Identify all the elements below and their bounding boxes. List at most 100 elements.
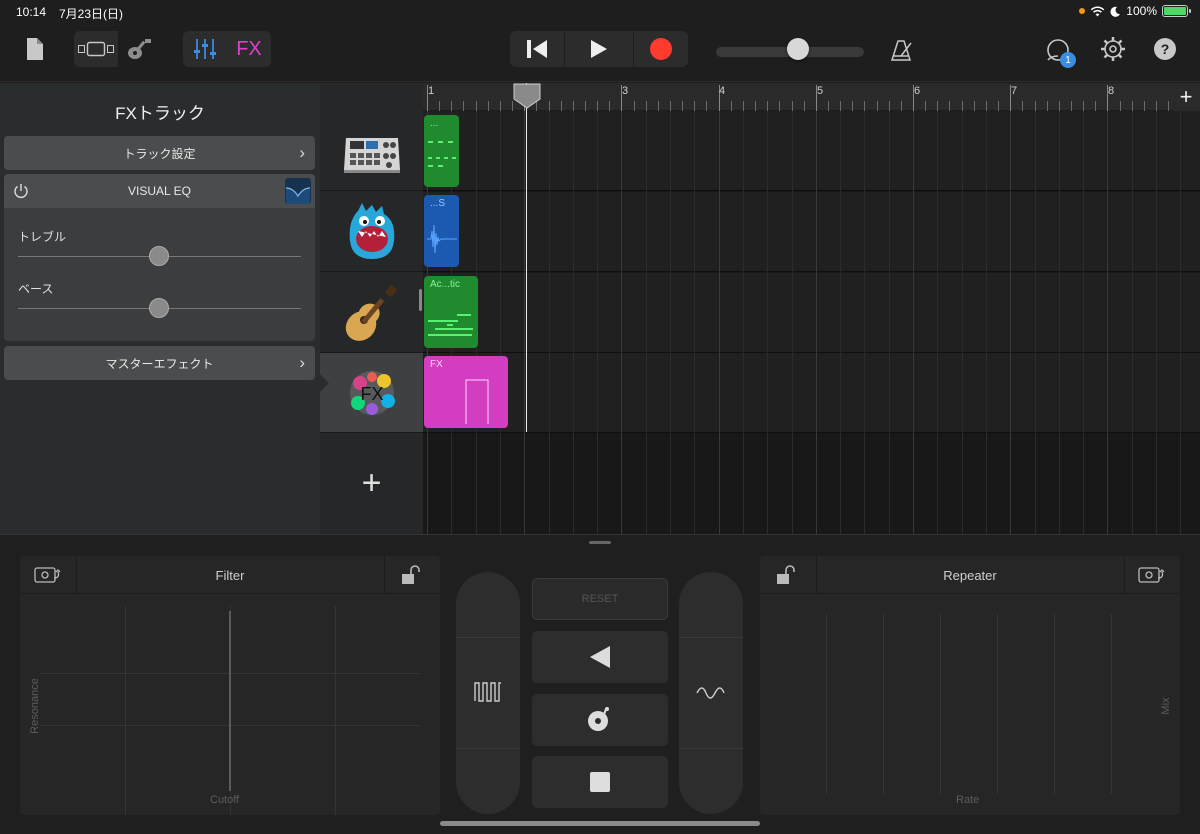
grid-line xyxy=(1054,614,1055,794)
square-wave-pill[interactable] xyxy=(456,572,520,814)
ruler-tick xyxy=(694,101,695,111)
master-effect-button[interactable]: マスターエフェクト › xyxy=(4,346,315,380)
sine-wave-pill[interactable] xyxy=(679,572,743,814)
record-fx-icon[interactable] xyxy=(1138,564,1166,586)
chevron-right-icon: › xyxy=(299,143,305,162)
acoustic-guitar-icon xyxy=(345,284,397,341)
playhead[interactable] xyxy=(526,83,527,432)
region-acoustic-guitar[interactable]: Ac...tic xyxy=(424,276,478,348)
master-volume-knob[interactable] xyxy=(787,38,809,60)
bass-label: ベース xyxy=(18,282,54,296)
record-icon xyxy=(650,38,672,60)
ruler-tick xyxy=(670,101,671,111)
bar-number: 5 xyxy=(817,85,824,97)
panel-resize-grip[interactable] xyxy=(589,541,611,544)
filter-xy-pad[interactable]: Filter Cutoff Resonance xyxy=(20,556,440,815)
ruler-tick xyxy=(646,101,647,111)
ruler-tick xyxy=(1144,101,1145,111)
garageband-app: 10:14 7月23日(日) 100% FX 1 ? FXトラック トラック設定… xyxy=(0,0,1200,834)
grid-line xyxy=(621,111,622,534)
stop-button[interactable] xyxy=(532,756,668,808)
filter-crosshair xyxy=(229,611,231,791)
ruler-tick xyxy=(974,101,975,111)
add-track-button[interactable]: + xyxy=(320,433,423,534)
grid-line xyxy=(670,111,671,534)
region-drum-machine[interactable]: ... xyxy=(424,115,459,187)
ruler-tick xyxy=(877,101,878,111)
x-axis-label: Cutoff xyxy=(210,794,240,806)
repeater-xy-pad[interactable]: Repeater Rate Mix xyxy=(760,556,1180,815)
play-icon xyxy=(591,40,607,58)
unlock-icon[interactable] xyxy=(401,565,423,585)
scratch-button[interactable] xyxy=(532,694,668,746)
play-button[interactable] xyxy=(565,31,633,67)
reset-button[interactable]: RESET xyxy=(532,578,668,620)
ruler-tick xyxy=(925,101,926,111)
mixer-sliders-icon[interactable] xyxy=(183,31,227,67)
chevron-right-icon: › xyxy=(299,353,305,372)
visual-eq-title: VISUAL EQ xyxy=(128,184,191,198)
grid-line xyxy=(913,111,914,534)
toolbar: FX 1 ? xyxy=(0,24,1200,82)
tracks-view-icon[interactable] xyxy=(74,31,118,67)
grid-line xyxy=(840,111,841,534)
grid-line xyxy=(962,111,963,534)
ruler-tick xyxy=(658,101,659,111)
region-fx[interactable]: FX xyxy=(424,356,508,428)
help-button[interactable]: ? xyxy=(1154,38,1176,60)
grid-line xyxy=(694,111,695,534)
monster-sampler-icon xyxy=(349,202,394,259)
settings-gear-icon[interactable] xyxy=(1099,35,1127,63)
grid-line xyxy=(889,111,890,534)
metronome-icon[interactable] xyxy=(888,36,916,64)
y-axis-label: Mix xyxy=(1160,697,1172,715)
bass-slider-knob[interactable] xyxy=(149,298,169,318)
ruler-tick xyxy=(682,101,683,111)
ruler-tick xyxy=(1035,101,1036,111)
region-monster-sampler[interactable]: ...S xyxy=(424,195,459,267)
grid-line xyxy=(573,111,574,534)
treble-slider-knob[interactable] xyxy=(149,246,169,266)
ruler-tick xyxy=(1132,101,1133,111)
ruler-tick xyxy=(1083,101,1084,111)
go-to-start-button[interactable] xyxy=(510,31,564,67)
ruler-tick xyxy=(1022,101,1023,111)
ruler-tick xyxy=(439,101,440,111)
ruler-tick xyxy=(463,101,464,111)
bar-number: 4 xyxy=(719,85,726,97)
ruler-tick xyxy=(743,101,744,111)
loop-browser-button[interactable]: 1 xyxy=(1044,36,1076,68)
panel-title: FXトラック xyxy=(115,104,205,123)
track-settings-label: トラック設定 xyxy=(123,146,196,161)
track-inspector-panel: FXトラック トラック設定 › VISUAL EQ トレブル ベース マスターエ… xyxy=(0,83,320,534)
filter-pad-header: Filter xyxy=(20,556,440,594)
track-header-fx[interactable]: FX xyxy=(320,353,423,433)
eq-curve-icon[interactable] xyxy=(285,178,311,204)
ruler-tick xyxy=(476,101,477,111)
ruler-tick xyxy=(937,101,938,111)
fx-button[interactable]: FX xyxy=(227,31,271,67)
treble-label: トレブル xyxy=(18,230,67,244)
selected-track-pointer xyxy=(320,374,329,392)
fx-track-icon: FX xyxy=(349,370,395,415)
wifi-icon xyxy=(1091,6,1105,17)
square-wave-icon xyxy=(474,682,501,702)
ruler-tick xyxy=(998,101,999,111)
track-header-drum-machine[interactable] xyxy=(320,111,423,191)
ruler-tick xyxy=(634,101,635,111)
grid-line xyxy=(940,614,941,794)
record-button[interactable] xyxy=(634,31,688,67)
track-settings-button[interactable]: トラック設定 › xyxy=(4,136,315,170)
grid-line xyxy=(826,614,827,794)
track-resize-handle[interactable] xyxy=(419,289,422,311)
reverse-button[interactable] xyxy=(532,631,668,683)
track-header-acoustic-guitar[interactable] xyxy=(320,273,423,353)
grid-line xyxy=(1132,111,1133,534)
track-header-monster-sampler[interactable] xyxy=(320,192,423,272)
instrument-guitar-icon[interactable] xyxy=(118,31,162,67)
filter-pad-title: Filter xyxy=(215,568,245,583)
add-section-button[interactable]: + xyxy=(1172,83,1200,111)
document-icon[interactable] xyxy=(22,36,48,62)
playhead-handle[interactable] xyxy=(513,83,541,109)
ruler-tick xyxy=(949,101,950,111)
